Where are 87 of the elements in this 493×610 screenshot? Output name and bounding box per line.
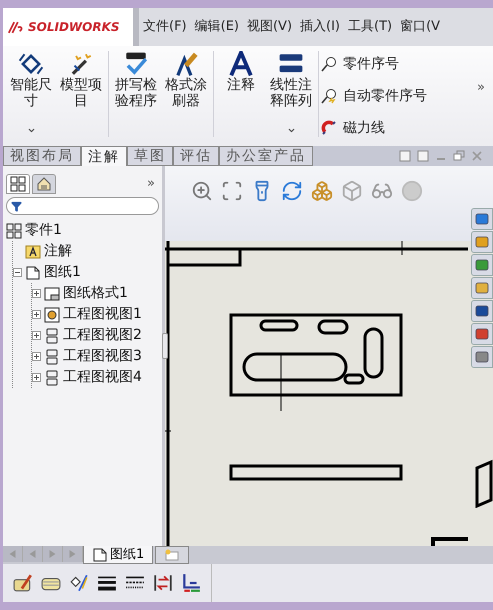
menu-item[interactable]: 文件(F)	[139, 17, 191, 37]
expand-icon[interactable]	[32, 310, 41, 319]
tree-item[interactable]: 图纸1	[44, 262, 81, 283]
task-pane-tab[interactable]	[471, 323, 493, 345]
ribbon-button[interactable]: 注释	[216, 51, 266, 137]
expand-icon[interactable]	[32, 331, 41, 340]
logo-icon	[7, 20, 25, 34]
task-pane-icon	[475, 281, 489, 295]
menu-item[interactable]: 窗口(V	[396, 17, 444, 37]
zoom-area-icon[interactable]	[221, 180, 243, 202]
tree-item[interactable]: 图纸格式1	[63, 283, 128, 304]
ribbon-tab[interactable]: 视图布局	[3, 146, 81, 166]
letter-a-icon	[228, 51, 254, 77]
ribbon-button[interactable]: 智能尺寸	[6, 51, 56, 137]
drawing-view-icon	[44, 328, 60, 344]
task-pane-icon	[475, 350, 489, 364]
tile-right-icon[interactable]	[417, 150, 429, 162]
magnifier-icon	[321, 88, 337, 104]
assembly-icon	[6, 222, 22, 238]
ribbon-button[interactable]: 磁力线	[321, 115, 427, 141]
drawing-view-icon	[44, 370, 60, 386]
task-pane-tab[interactable]	[471, 300, 493, 322]
spell-check-icon	[123, 51, 149, 77]
ribbon-tab[interactable]: 注解	[81, 146, 127, 166]
view-fragment-drawing	[473, 458, 493, 508]
ribbon-button[interactable]: 自动零件序号	[321, 83, 427, 109]
expand-icon[interactable]	[32, 289, 41, 298]
tile-left-icon[interactable]	[399, 150, 411, 162]
sheet-icon	[92, 546, 108, 562]
task-pane-icon	[475, 304, 489, 318]
ribbon-button[interactable]: 零件序号	[321, 51, 427, 77]
task-pane-icon	[475, 235, 489, 249]
logo: SOLIDWORKS	[3, 8, 133, 46]
add-sheet-tab[interactable]	[155, 546, 190, 564]
tree-item[interactable]: 注解	[44, 241, 72, 262]
task-pane-icon	[475, 327, 489, 341]
task-pane-tab[interactable]	[471, 254, 493, 276]
restore-icon[interactable]	[453, 150, 465, 162]
ribbon-button[interactable]: 线性注释阵列	[266, 51, 316, 137]
ribbon-button[interactable]: 格式涂刷器	[161, 51, 211, 137]
rotate-icon[interactable]	[281, 180, 303, 202]
drawing-view-icon	[44, 348, 60, 364]
menu-item[interactable]: 插入(I)	[296, 17, 344, 37]
paint-icon[interactable]	[69, 573, 89, 593]
ribbon-tab[interactable]: 办公室产品	[219, 146, 313, 166]
magnet-icon	[321, 120, 337, 136]
tree-item[interactable]: 工程图视图4	[63, 367, 142, 388]
filter-icon	[11, 200, 22, 212]
annotation-folder-icon	[25, 244, 41, 260]
task-pane-icon	[475, 212, 489, 226]
menu-item[interactable]: 工具(T)	[344, 17, 396, 37]
sheet-tab[interactable]: 图纸1	[83, 546, 154, 564]
filter-field[interactable]	[6, 197, 159, 215]
expand-icon[interactable]	[32, 352, 41, 361]
axis-icon[interactable]	[181, 573, 201, 593]
panel-tab[interactable]	[6, 174, 30, 194]
sheet-format-icon	[44, 286, 60, 302]
more-button[interactable]: »	[477, 78, 485, 98]
more-button[interactable]: »	[147, 174, 155, 194]
task-pane-tab[interactable]	[471, 231, 493, 253]
task-pane-tab[interactable]	[471, 277, 493, 299]
ribbon-tab[interactable]: 草图	[127, 146, 173, 166]
task-pane-tab[interactable]	[471, 346, 493, 368]
sheet-icon	[25, 264, 41, 280]
menu-item[interactable]: 视图(V)	[242, 17, 296, 37]
layer-edit-icon[interactable]	[13, 573, 33, 593]
ribbon-button[interactable]: 拼写检验程序	[111, 51, 161, 137]
expand-icon[interactable]	[32, 373, 41, 382]
property-icon	[36, 176, 52, 192]
swap-icon[interactable]	[153, 573, 173, 593]
ribbon-button[interactable]: 模型项目	[56, 51, 106, 137]
zoom-icon[interactable]	[191, 180, 213, 202]
task-pane-tab[interactable]	[471, 208, 493, 230]
tree-item[interactable]: 工程图视图1	[63, 304, 142, 325]
drawing-view-icon	[44, 306, 60, 322]
magnifier-icon	[321, 56, 337, 72]
panel-collapse-handle[interactable]	[162, 333, 168, 359]
menu-item[interactable]: 编辑(E)	[190, 17, 243, 37]
collapse-icon[interactable]	[13, 268, 22, 277]
new-sheet-icon	[164, 549, 180, 561]
task-pane-icon	[475, 258, 489, 272]
tree-item[interactable]: 零件1	[25, 220, 62, 241]
assembly-icon	[10, 176, 26, 192]
tree-item[interactable]: 工程图视图2	[63, 325, 142, 346]
tree-item[interactable]: 工程图视图3	[63, 346, 142, 367]
dimension-icon	[18, 51, 44, 77]
ribbon-tab[interactable]: 评估	[173, 146, 219, 166]
